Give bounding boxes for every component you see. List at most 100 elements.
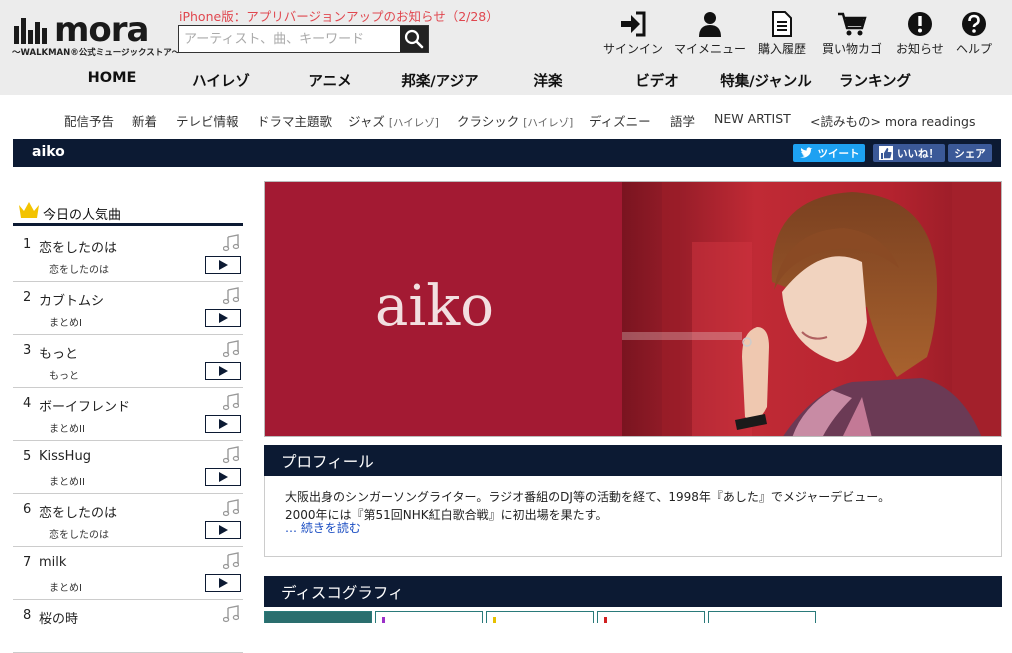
track-title[interactable]: カブトムシ xyxy=(39,290,104,309)
play-preview-button[interactable] xyxy=(205,256,241,274)
ranking-item[interactable]: 8 桜の時 xyxy=(13,600,243,653)
nav-anime[interactable]: アニメ xyxy=(308,70,351,91)
twitter-icon xyxy=(799,147,812,158)
music-note-icon xyxy=(223,552,239,570)
subnav-classic[interactable]: クラシック [ハイレゾ] xyxy=(457,111,573,130)
play-preview-button[interactable] xyxy=(205,574,241,592)
profile-header: プロフィール xyxy=(264,445,1002,476)
document-icon xyxy=(772,11,792,37)
subnav-tv[interactable]: テレビ情報 xyxy=(176,111,239,130)
hero-red-panel: aiko xyxy=(265,182,622,436)
search-button[interactable] xyxy=(400,26,428,52)
search-icon xyxy=(404,29,424,49)
mora-logo[interactable]: mora 〜WALKMAN®公式ミュージックストア〜 xyxy=(12,10,180,60)
facebook-share-button[interactable]: シェア xyxy=(948,144,992,162)
discography-tab-4[interactable] xyxy=(597,611,705,623)
discography-header: ディスコグラフィ xyxy=(264,576,1002,607)
rank-number: 7 xyxy=(23,555,32,570)
subnav-mora-readings[interactable]: <読みもの> mora readings xyxy=(810,111,976,130)
app-update-notice-link[interactable]: iPhone版：アプリバージョンアップのお知らせ（2/28） xyxy=(179,6,499,25)
track-title[interactable]: もっと xyxy=(39,343,78,362)
cart-icon xyxy=(838,12,867,36)
discography-tab-3[interactable] xyxy=(486,611,594,623)
profile-text-line1: 大阪出身のシンガーソングライター。ラジオ番組のDJ等の活動を経て、1998年『あ… xyxy=(285,490,891,504)
play-icon xyxy=(219,366,228,376)
hero-artist-name: aiko xyxy=(375,274,494,339)
play-preview-button[interactable] xyxy=(205,415,241,433)
rank-number: 3 xyxy=(23,343,32,358)
rank-number: 6 xyxy=(23,502,32,517)
nav-features-genre[interactable]: 特集/ジャンル xyxy=(720,70,812,91)
play-preview-button[interactable] xyxy=(205,468,241,486)
discography-tab-2[interactable] xyxy=(375,611,483,623)
play-icon xyxy=(219,313,228,323)
discography-tab-5[interactable] xyxy=(708,611,816,623)
artist-title-bar: aiko ツイート いいね！ シェア xyxy=(13,139,1001,167)
nav-home[interactable]: HOME xyxy=(88,70,137,86)
play-preview-button[interactable] xyxy=(205,362,241,380)
album-title[interactable]: まとめII xyxy=(49,473,85,488)
music-note-icon xyxy=(223,234,239,252)
album-title[interactable]: 恋をしたのは xyxy=(49,526,109,541)
signin-icon xyxy=(621,11,646,37)
nav-japanese-asia[interactable]: 邦楽/アジア xyxy=(401,70,478,91)
help-nav[interactable]: ヘルプ xyxy=(956,10,992,57)
nav-ranking[interactable]: ランキング xyxy=(839,70,911,91)
subnav-new[interactable]: 新着 xyxy=(132,111,157,130)
track-title[interactable]: 恋をしたのは xyxy=(39,502,117,521)
album-title[interactable]: まとめI xyxy=(49,579,82,594)
nav-western[interactable]: 洋楽 xyxy=(534,70,563,91)
purchase-history-label: 購入履歴 xyxy=(758,42,807,56)
track-title[interactable]: 桜の時 xyxy=(39,608,78,627)
subnav-language[interactable]: 語学 xyxy=(670,111,695,130)
ranking-item[interactable]: 2 カブトムシ まとめI xyxy=(13,282,243,335)
play-icon xyxy=(219,260,228,270)
discography-title: ディスコグラフィ xyxy=(281,584,404,602)
site-header: mora 〜WALKMAN®公式ミュージックストア〜 iPhone版：アプリバー… xyxy=(0,0,1012,95)
notice-label: お知らせ xyxy=(896,42,944,56)
logo-text: mora xyxy=(54,10,149,50)
cart-nav[interactable]: 買い物カゴ xyxy=(822,10,882,57)
ranking-item[interactable]: 3 もっと もっと xyxy=(13,335,243,388)
discography-tab-all[interactable] xyxy=(264,611,372,623)
subnav-new-artist[interactable]: NEW ARTIST xyxy=(714,111,791,126)
nav-video[interactable]: ビデオ xyxy=(635,70,679,91)
ranking-item[interactable]: 6 恋をしたのは 恋をしたのは xyxy=(13,494,243,547)
ranking-item[interactable]: 1 恋をしたのは 恋をしたのは xyxy=(13,229,243,282)
subnav-drama[interactable]: ドラマ主題歌 xyxy=(257,111,332,130)
album-title[interactable]: まとめI xyxy=(49,314,82,329)
album-title[interactable]: 恋をしたのは xyxy=(49,261,109,276)
nav-hires[interactable]: ハイレゾ xyxy=(192,70,250,91)
tweet-button[interactable]: ツイート xyxy=(793,144,865,162)
signin-nav[interactable]: サインイン xyxy=(603,10,663,57)
play-preview-button[interactable] xyxy=(205,309,241,327)
subnav-upcoming[interactable]: 配信予告 xyxy=(64,111,114,130)
album-title[interactable]: まとめII xyxy=(49,420,85,435)
subnav-jazz[interactable]: ジャズ [ハイレゾ] xyxy=(348,111,439,130)
artist-photo xyxy=(622,182,1001,436)
read-more-link[interactable]: … 続きを読む xyxy=(285,519,361,536)
purchase-history-nav[interactable]: 購入履歴 xyxy=(758,10,806,57)
mymenu-nav[interactable]: マイメニュー xyxy=(674,10,746,57)
notice-nav[interactable]: お知らせ xyxy=(896,10,944,57)
ranking-item[interactable]: 7 milk まとめI xyxy=(13,547,243,600)
track-title[interactable]: KissHug xyxy=(39,449,91,464)
music-note-icon xyxy=(223,446,239,464)
music-note-icon xyxy=(223,605,239,623)
cart-label: 買い物カゴ xyxy=(822,42,883,56)
music-note-icon xyxy=(223,499,239,517)
facebook-like-button[interactable]: いいね！ xyxy=(873,144,945,162)
rank-number: 1 xyxy=(23,237,32,252)
ranking-item[interactable]: 5 KissHug まとめII xyxy=(13,441,243,494)
track-title[interactable]: milk xyxy=(39,555,66,570)
help-icon xyxy=(962,12,986,36)
track-title[interactable]: 恋をしたのは xyxy=(39,237,117,256)
play-preview-button[interactable] xyxy=(205,521,241,539)
ranking-item[interactable]: 4 ボーイフレンド まとめII xyxy=(13,388,243,441)
album-title[interactable]: もっと xyxy=(49,367,79,382)
help-label: ヘルプ xyxy=(956,42,993,56)
track-title[interactable]: ボーイフレンド xyxy=(39,396,130,415)
signin-label: サインイン xyxy=(603,42,664,56)
search-input[interactable] xyxy=(179,26,401,52)
subnav-disney[interactable]: ディズニー xyxy=(589,111,651,130)
